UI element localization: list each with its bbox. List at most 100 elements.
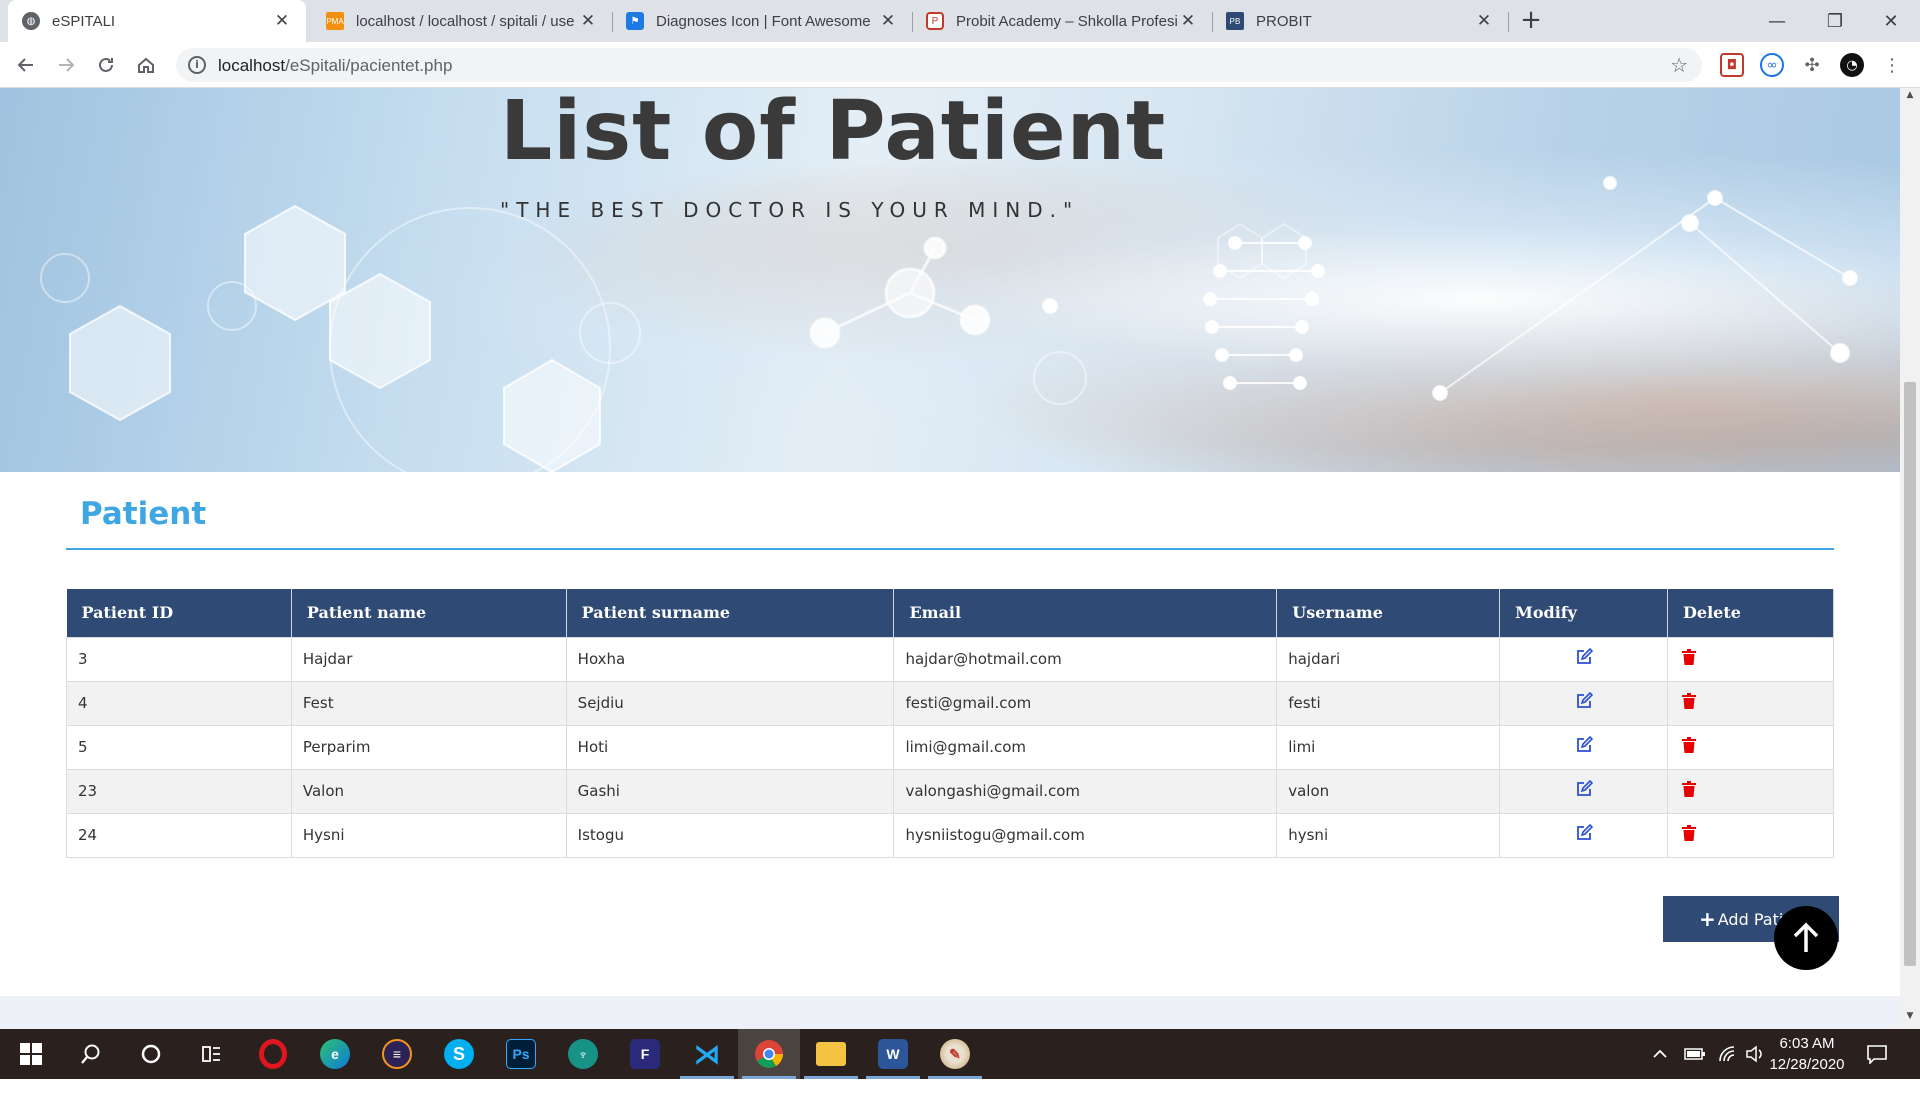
globe-icon: ◍ [22,12,40,30]
url-text: localhost/eSpitali/pacientet.php [218,56,452,76]
tab-title: Probit Academy – Shkolla Profesi [956,12,1178,30]
tab-phpmyadmin[interactable]: PMA localhost / localhost / spitali / us… [312,0,612,42]
taskbar-clock[interactable]: 6:03 AM 12/28/2020 [1762,1033,1852,1075]
cortana-button[interactable] [120,1029,182,1079]
tab-espitali[interactable]: ◍ eSPITALI ✕ [8,0,306,42]
page-title: List of Patient [500,88,1167,179]
cell-modify [1499,768,1669,814]
cell-patient-name: Perparim [290,724,567,770]
bookmark-star-icon[interactable]: ☆ [1670,53,1688,77]
tab-title: Diagnoses Icon | Font Awesome [656,12,871,30]
cell-email: festi@gmail.com [893,680,1278,726]
taskbar-file-explorer[interactable] [800,1029,862,1079]
home-button[interactable] [130,49,162,81]
trash-icon[interactable] [1682,693,1697,713]
hero-quote: "THE BEST DOCTOR IS YOUR MIND." [500,198,1080,222]
taskbar-app-f[interactable]: F [614,1029,676,1079]
close-icon[interactable]: ✕ [272,11,292,31]
tab-probit[interactable]: PB PROBIT ✕ [1212,0,1508,42]
back-button[interactable] [10,49,42,81]
taskbar-chrome[interactable] [738,1029,800,1079]
tab-probit-academy[interactable]: P Probit Academy – Shkolla Profesi ✕ [912,0,1212,42]
cell-patient-surname: Gashi [565,768,895,814]
taskbar-vscode[interactable]: ⋊ [676,1029,738,1079]
taskbar-word[interactable]: W [862,1029,924,1079]
edit-icon[interactable] [1575,779,1593,802]
page-scrollbar[interactable]: ▲ ▼ [1900,88,1920,1029]
menu-kebab-icon[interactable]: ⋮ [1880,53,1904,77]
tab-font-awesome[interactable]: ⚑ Diagnoses Icon | Font Awesome ✕ [612,0,912,42]
address-bar[interactable]: i localhost/eSpitali/pacientet.php ☆ [176,48,1702,82]
gitkraken-icon: ♆ [568,1039,598,1069]
profile-avatar[interactable]: ◔ [1840,53,1864,77]
new-tab-button[interactable]: + [1516,6,1546,36]
task-view-button[interactable] [180,1029,242,1079]
edit-icon[interactable] [1575,735,1593,758]
notifications-button[interactable] [1866,1029,1888,1079]
scroll-down-arrow-icon[interactable]: ▼ [1900,1011,1920,1027]
taskbar-skype[interactable]: S [428,1029,490,1079]
trash-icon[interactable] [1682,737,1697,757]
info-icon[interactable]: i [188,56,206,74]
edit-icon[interactable] [1575,823,1593,846]
column-header-username: Username [1276,589,1501,637]
cell-patient-id: 5 [66,724,292,770]
cell-patient-surname: Hoxha [565,636,895,682]
window-close-button[interactable]: ✕ [1862,0,1920,42]
cell-patient-name: Hysni [290,812,567,858]
start-icon [20,1043,42,1065]
taskbar-opera[interactable] [242,1029,304,1079]
trash-icon[interactable] [1682,825,1697,845]
cell-patient-surname: Istogu [565,812,895,858]
taskbar-photoshop[interactable]: Ps [490,1029,552,1079]
patients-table: Patient ID Patient name Patient surname … [66,589,1834,858]
maximize-button[interactable]: ❐ [1806,0,1864,42]
loop-extension-icon[interactable]: ∞ [1760,53,1784,77]
close-icon[interactable]: ✕ [878,11,898,31]
hexagon-dna [503,358,601,472]
scroll-to-top-button[interactable] [1774,906,1838,970]
taskbar-paint[interactable]: ✎ [924,1029,986,1079]
pocket-extension-icon[interactable]: ◘ [1720,53,1744,77]
network-indicator[interactable] [1718,1029,1738,1079]
taskbar-eclipse[interactable]: ≡ [366,1029,428,1079]
scrollbar-thumb[interactable] [1904,382,1916,966]
trash-icon[interactable] [1682,649,1697,669]
clock-time: 6:03 AM [1779,1035,1835,1052]
tab-title: PROBIT [1256,12,1312,30]
cell-email: hajdar@hotmail.com [893,636,1278,682]
show-hidden-icons[interactable] [1652,1029,1668,1079]
column-header-patient-name: Patient name [291,589,567,637]
taskbar-edge[interactable]: e [304,1029,366,1079]
taskbar-gitkraken[interactable]: ♆ [552,1029,614,1079]
battery-indicator[interactable] [1684,1029,1706,1079]
close-icon[interactable]: ✕ [1474,11,1494,31]
cell-delete [1667,724,1834,770]
table-row: 4 Fest Sejdiu festi@gmail.com festi [66,680,1834,726]
extensions-puzzle-icon[interactable]: ✣ [1800,53,1824,77]
cortana-icon [141,1044,161,1064]
start-button[interactable] [0,1029,62,1079]
scroll-up-arrow-icon[interactable]: ▲ [1900,90,1920,106]
eclipse-icon: ≡ [382,1039,412,1069]
close-icon[interactable]: ✕ [578,11,598,31]
section-divider [66,548,1834,550]
cell-patient-name: Valon [290,768,567,814]
edit-icon[interactable] [1575,691,1593,714]
minimize-button[interactable]: — [1748,0,1806,42]
table-row: 5 Perparim Hoti limi@gmail.com limi [66,724,1834,770]
url-path: /eSpitali/pacientet.php [285,56,453,75]
taskbar-search[interactable] [60,1029,122,1079]
trash-icon[interactable] [1682,781,1697,801]
close-icon[interactable]: ✕ [1178,11,1198,31]
reload-button[interactable] [90,49,122,81]
battery-icon [1684,1048,1705,1060]
cell-patient-id: 3 [66,636,292,682]
edit-icon[interactable] [1575,647,1593,670]
cell-username: hysni [1276,812,1501,858]
url-host: localhost [218,56,286,75]
arrow-up-icon [1793,922,1819,952]
hexagon-health [69,304,171,422]
forward-button[interactable] [50,49,82,81]
page-viewport: List of Patient "THE BEST DOCTOR IS YOUR… [0,88,1900,1029]
